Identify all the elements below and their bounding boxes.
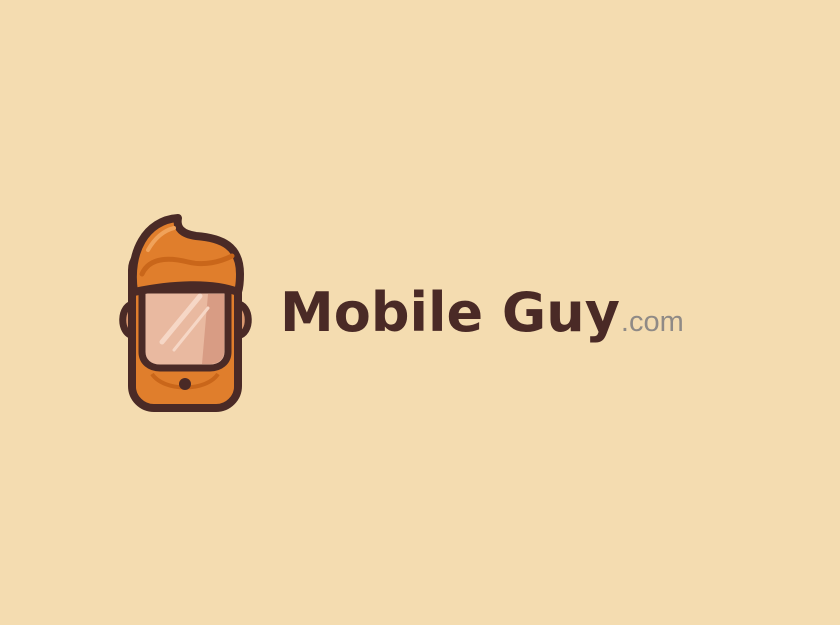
brand-name: Mobile Guy xyxy=(280,281,620,344)
mobile-guy-phone-face-icon xyxy=(119,214,252,412)
home-button xyxy=(179,378,191,390)
hair xyxy=(128,214,244,296)
brand-tld: .com xyxy=(620,306,684,338)
logo: Mobile Guy.com xyxy=(0,0,840,625)
wordmark: Mobile Guy.com xyxy=(280,286,684,340)
